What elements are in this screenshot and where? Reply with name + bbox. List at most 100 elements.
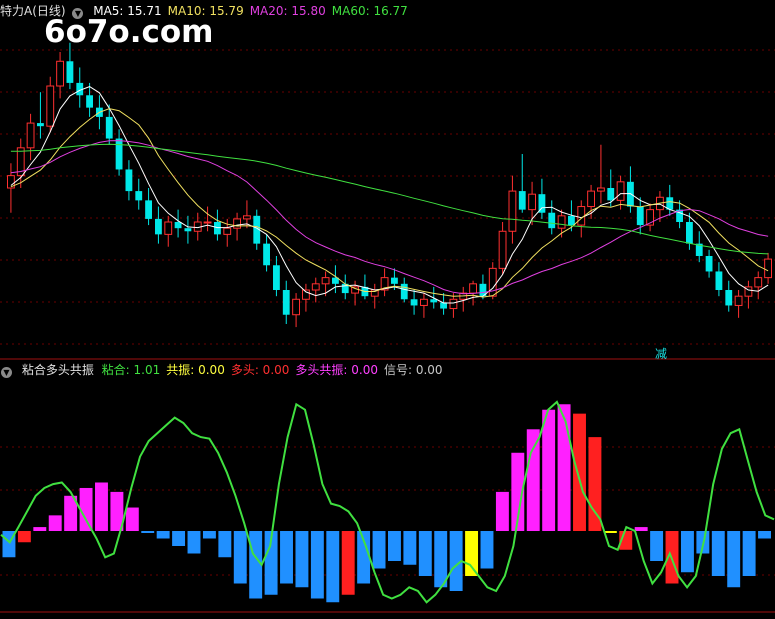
sub-indicator-3: 多头共振: 0.00	[295, 363, 378, 377]
candle-body-17	[174, 222, 182, 229]
signal-bar-12	[187, 531, 201, 554]
sub-panel-title: 粘合多头共振	[21, 363, 94, 377]
signal-bar-14	[218, 531, 232, 558]
signal-bar-26	[403, 531, 417, 565]
candle-body-39	[391, 277, 398, 284]
candle-body-41	[410, 299, 418, 306]
candle-body-27	[273, 265, 280, 290]
signal-bar-24	[372, 531, 386, 569]
candle-body-15	[155, 218, 162, 235]
candle-body-12	[125, 169, 133, 192]
candle-body-60	[597, 187, 605, 192]
chart-stage: 特力A(日线) ▼ MA5: 15.71 MA10: 15.79 MA20: 15.…	[0, 0, 775, 615]
signal-bar-25	[388, 531, 401, 561]
candle-body-22	[223, 227, 232, 235]
ma5-line	[10, 86, 769, 304]
candle-body-58	[577, 206, 586, 226]
candle-body-47	[469, 283, 477, 294]
signal-bar-35	[542, 409, 556, 531]
signal-bar-21	[326, 531, 340, 603]
signal-bar-41	[634, 527, 648, 531]
signal-bar-48	[742, 531, 756, 576]
signal-bar-27	[418, 531, 432, 576]
signal-bar-32	[495, 491, 509, 531]
candle-body-31	[311, 283, 320, 291]
candle-body-14	[145, 200, 152, 219]
sub-panel-header: ▼ 粘合多头共振 粘合: 1.01 共振: 0.00 多头: 0.00 多头共振: 0…	[0, 361, 455, 379]
signal-bar-3	[48, 515, 62, 531]
candle-body-69	[686, 222, 693, 244]
signal-bar-5	[79, 487, 93, 531]
signal-bar-15	[233, 531, 247, 584]
candle-body-77	[764, 258, 773, 279]
candle-body-18	[184, 228, 192, 232]
signal-bar-22	[341, 531, 355, 595]
candle-body-49	[488, 267, 497, 297]
candle-body-40	[400, 283, 408, 300]
signal-bar-19	[295, 531, 309, 588]
candle-body-45	[449, 298, 458, 310]
candle-body-59	[587, 190, 596, 208]
signal-bar-8	[125, 507, 139, 531]
signal-bar-18	[280, 531, 293, 584]
signal-bar-30	[465, 531, 479, 576]
signal-bar-1	[17, 531, 31, 543]
signal-bar-6	[95, 482, 108, 531]
signal-label: 减	[655, 347, 668, 361]
signal-bar-39	[603, 531, 617, 533]
signal-bar-28	[434, 531, 448, 588]
ma60-line	[10, 143, 769, 255]
candle-body-13	[135, 191, 143, 201]
candle-body-52	[518, 191, 526, 210]
candle-body-72	[715, 271, 723, 290]
candle-body-73	[725, 290, 733, 306]
signal-bar-37	[573, 413, 586, 531]
signal-bar-9	[141, 531, 155, 533]
candle-body-55	[548, 212, 556, 229]
ma20-line	[10, 140, 769, 295]
candle-body-32	[321, 277, 330, 285]
candle-body-51	[508, 190, 517, 232]
sub-indicator-1: 共振: 0.00	[166, 363, 225, 377]
sub-indicator-list: 粘合: 1.01 共振: 0.00 多头: 0.00 多头共振: 0.00 信号: 0.…	[102, 363, 449, 377]
sub-indicator-4: 信号: 0.00	[383, 363, 443, 377]
candle-body-56	[557, 215, 566, 229]
candle-body-23	[233, 218, 242, 229]
signal-bar-49	[758, 531, 771, 539]
candle-body-64	[636, 206, 644, 226]
candle-body-61	[607, 188, 615, 201]
sub-indicator-0: 粘合: 1.01	[101, 363, 161, 377]
candle-body-8	[86, 95, 93, 108]
candle-body-76	[754, 277, 763, 288]
candle-body-57	[568, 215, 575, 226]
signal-bar-36	[557, 404, 571, 531]
candle-body-2	[26, 122, 35, 149]
candle-body-10	[105, 116, 113, 139]
candle-body-4	[46, 85, 55, 127]
signal-bar-46	[711, 531, 725, 576]
candle-body-11	[115, 138, 123, 170]
sub-collapse-toggle-icon[interactable]: ▼	[1, 367, 12, 378]
candle-body-50	[498, 230, 507, 269]
signal-bar-44	[680, 531, 694, 573]
main-indicator-3: MA60: 16.77	[331, 4, 408, 18]
signal-bar-47	[727, 531, 741, 588]
candle-body-5	[56, 60, 65, 87]
candle-body-74	[734, 295, 743, 306]
candle-body-20	[203, 221, 212, 224]
candle-body-29	[292, 298, 300, 316]
candle-body-6	[66, 61, 74, 83]
signal-bar-20	[310, 531, 324, 599]
signal-bar-16	[249, 531, 263, 599]
candle-body-42	[420, 298, 428, 306]
candle-body-28	[282, 290, 290, 315]
signal-bar-34	[526, 429, 540, 531]
candle-body-53	[528, 193, 537, 211]
chart-canvas	[0, 42, 775, 613]
candle-body-26	[263, 243, 270, 266]
candle-body-62	[616, 181, 625, 201]
candle-body-3	[37, 123, 44, 127]
signal-bar-11	[172, 531, 186, 546]
signal-bar-2	[33, 527, 47, 531]
signal-bar-42	[650, 531, 664, 561]
